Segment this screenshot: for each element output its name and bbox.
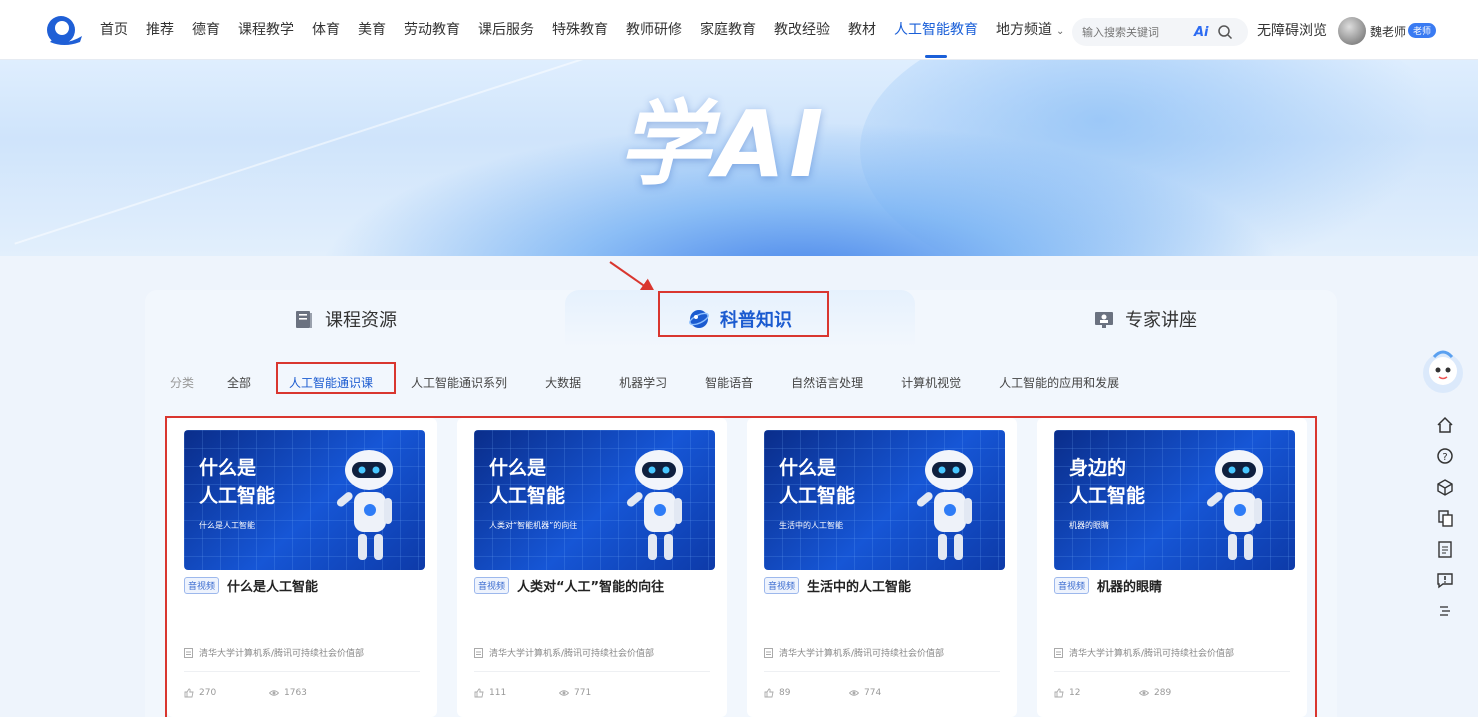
nav-item-teacher-training[interactable]: 教师研修: [626, 0, 682, 60]
annotation-highlight: [165, 416, 1317, 717]
category-ai-general-series[interactable]: 人工智能通识系列: [411, 374, 507, 391]
nav-item-after-school[interactable]: 课后服务: [478, 0, 534, 60]
nav-item-special-education[interactable]: 特殊教育: [552, 0, 608, 60]
nav-item-textbooks[interactable]: 教材: [848, 0, 876, 60]
tab-expert-lectures[interactable]: 专家讲座: [1045, 290, 1245, 348]
banner-title: 学AI: [618, 91, 828, 198]
help-icon[interactable]: ?: [1436, 447, 1454, 465]
search-icon[interactable]: [1217, 24, 1233, 40]
tab-label: 课程资源: [325, 310, 397, 331]
annotation-highlight: [276, 362, 396, 394]
avatar[interactable]: [1338, 17, 1366, 45]
local-channels-label: 地方频道: [996, 22, 1052, 38]
category-computer-vision[interactable]: 计算机视觉: [901, 374, 961, 391]
content-panel: 课程资源 科普知识 专家讲座 分类 全部 人工智能通识课 人工智能通识系列 大数…: [145, 290, 1337, 717]
copy-icon[interactable]: [1436, 509, 1454, 527]
hero-banner: 学AI: [0, 60, 1478, 256]
search-input[interactable]: [1082, 25, 1190, 39]
category-nlp[interactable]: 自然语言处理: [791, 374, 863, 391]
feedback-icon[interactable]: [1436, 571, 1454, 589]
nav-item-sports[interactable]: 体育: [312, 0, 340, 60]
username[interactable]: 魏老师: [1370, 23, 1406, 40]
document-icon[interactable]: [1436, 540, 1454, 558]
menu-icon[interactable]: [1436, 602, 1454, 620]
role-badge: 老师: [1408, 23, 1437, 38]
svg-text:?: ?: [1442, 452, 1447, 463]
category-ai-applications[interactable]: 人工智能的应用和发展: [999, 374, 1119, 391]
nav-item-home[interactable]: 首页: [100, 0, 128, 60]
side-toolbar: ?: [1434, 416, 1456, 633]
nav-item-local-channels[interactable]: 地方频道 ⌄: [996, 0, 1064, 60]
category-machine-learning[interactable]: 机器学习: [619, 374, 667, 391]
annotation-highlight: [658, 291, 829, 337]
category-speech[interactable]: 智能语音: [705, 374, 753, 391]
nav-item-course-teaching[interactable]: 课程教学: [238, 0, 294, 60]
nav-item-arts[interactable]: 美育: [358, 0, 386, 60]
book-icon: [296, 311, 312, 328]
category-big-data[interactable]: 大数据: [545, 374, 581, 391]
search-box: Ai: [1072, 18, 1248, 46]
cube-icon[interactable]: [1436, 478, 1454, 496]
category-label: 分类: [170, 375, 195, 390]
mascot-assistant-icon[interactable]: [1420, 345, 1466, 397]
chevron-down-icon: ⌄: [1056, 26, 1065, 37]
home-icon[interactable]: [1436, 416, 1454, 434]
site-logo[interactable]: [44, 14, 84, 46]
nav-item-reform[interactable]: 教改经验: [774, 0, 830, 60]
category-all[interactable]: 全部: [227, 374, 251, 391]
annotation-arrow: [609, 261, 657, 295]
nav-item-ai-education[interactable]: 人工智能教育: [894, 0, 978, 60]
tab-label: 专家讲座: [1125, 310, 1197, 331]
accessibility-link[interactable]: 无障碍浏览: [1257, 20, 1327, 40]
nav-item-moral[interactable]: 德育: [192, 0, 220, 60]
lecture-icon: [1095, 312, 1113, 328]
nav-item-recommend[interactable]: 推荐: [146, 0, 174, 60]
nav-menu: 首页 推荐 德育 课程教学 体育 美育 劳动教育 课后服务 特殊教育 教师研修 …: [100, 0, 1082, 60]
nav-item-family[interactable]: 家庭教育: [700, 0, 756, 60]
top-navigation: 首页 推荐 德育 课程教学 体育 美育 劳动教育 课后服务 特殊教育 教师研修 …: [0, 0, 1478, 60]
ai-search-label[interactable]: Ai: [1194, 25, 1209, 40]
tab-course-resources[interactable]: 课程资源: [245, 290, 445, 348]
nav-item-labor[interactable]: 劳动教育: [404, 0, 460, 60]
